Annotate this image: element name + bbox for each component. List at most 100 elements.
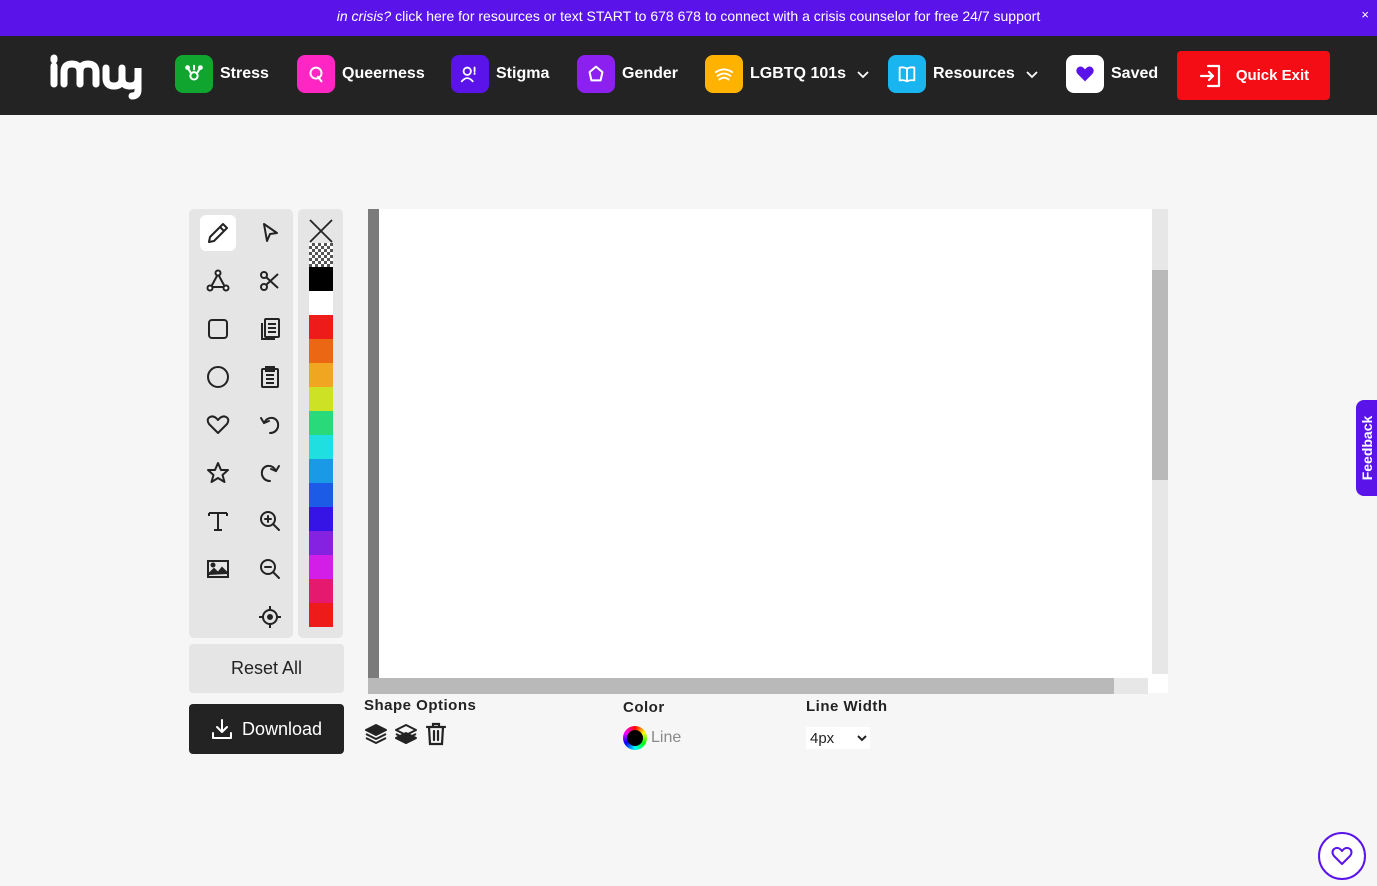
nav-item-label: LGBTQ 101s [750,65,847,82]
download-button[interactable]: Download [189,704,344,754]
pencil-tool[interactable] [200,215,236,251]
download-icon [211,719,232,739]
quick-exit-label: Quick Exit [1235,67,1310,84]
shape-options-label: Shape Options [364,697,477,714]
vertical-scrollbar-thumb[interactable] [1152,270,1168,480]
line-width-select[interactable]: 4px [806,727,870,749]
nav-item-stigma[interactable]: Stigma [451,55,549,93]
nav-item-gender[interactable]: Gender [577,55,678,93]
ellipse-tool[interactable] [200,359,236,395]
line-color-picker[interactable]: Line [623,726,681,750]
close-icon [309,219,333,243]
copy-icon [261,318,280,340]
nav-item-queerness[interactable]: Queerness [297,55,425,93]
color-palette [298,209,343,638]
text-icon [208,512,228,531]
pointer-tool[interactable] [252,215,288,251]
color-swatch[interactable] [309,531,333,555]
scissors-icon [260,271,279,291]
rainbow-icon [705,55,743,93]
swatch-none[interactable] [309,219,333,243]
redo-button[interactable] [252,455,288,491]
crosshair-icon [259,606,281,628]
nav-item-lgbtq-101s[interactable]: LGBTQ 101s [705,55,870,93]
color-swatch[interactable] [309,459,333,483]
nav-item-label: Queerness [342,65,425,82]
zoom-out-button[interactable] [252,551,288,587]
trash-icon[interactable] [423,721,449,747]
color-swatch[interactable] [309,339,333,363]
color-label: Color [623,699,665,716]
color-swatch[interactable] [309,363,333,387]
nav-item-saved[interactable]: Saved [1066,55,1158,93]
download-label: Download [241,718,323,739]
exit-icon [1199,64,1220,87]
zoom-in-button[interactable] [252,503,288,539]
color-swatch[interactable] [309,483,333,507]
star-tool[interactable] [200,455,236,491]
people-icon [451,55,489,93]
undo-icon [260,416,280,434]
heart-shape-tool[interactable] [200,407,236,443]
paste-icon [261,366,279,388]
zoom-in-icon [260,511,280,531]
zoom-out-icon [260,559,280,579]
star-icon [207,462,229,483]
logo[interactable] [46,50,146,100]
send-backward-icon[interactable] [393,721,419,747]
chevron-down-icon[interactable] [856,67,870,81]
canvas-edge [368,209,379,679]
nav-item-resources[interactable]: Resources [888,55,1039,93]
nav-item-label: Gender [622,65,679,82]
pointer-icon [263,223,278,242]
color-wheel-icon [623,726,647,750]
color-swatch[interactable] [309,411,333,435]
pencil-icon [208,223,228,243]
rectangle-tool[interactable] [200,311,236,347]
crisis-banner-lead[interactable]: in crisis? [337,8,391,24]
cut-tool[interactable] [252,263,288,299]
feedback-tab[interactable]: Feedback [1356,400,1377,496]
color-swatch[interactable] [309,291,333,315]
nav-item-label: Stress [220,65,269,82]
color-swatch[interactable] [309,507,333,531]
text-tool[interactable] [200,503,236,539]
nav-item-label: Resources [933,65,1015,82]
bring-forward-icon[interactable] [363,721,389,747]
nav-item-stress[interactable]: Stress [175,55,269,93]
copy-tool[interactable] [252,311,288,347]
line-color-label: Line [651,729,682,746]
reset-all-button[interactable]: Reset All [189,644,344,693]
color-swatch[interactable] [309,267,333,291]
color-swatch[interactable] [309,555,333,579]
square-icon [208,319,228,339]
horizontal-scrollbar-thumb[interactable] [368,678,1114,694]
color-swatch[interactable] [309,603,333,627]
crisis-banner[interactable]: in crisis? click here for resources or t… [0,0,1377,36]
paste-tool[interactable] [252,359,288,395]
book-icon [888,55,926,93]
drawing-canvas[interactable] [368,209,1168,694]
close-icon[interactable]: × [1361,0,1369,30]
crisis-banner-text[interactable]: click here for resources or text START t… [391,8,1040,24]
swatch-transparent[interactable] [309,243,333,267]
vector-tool[interactable] [200,263,236,299]
brain-icon [175,55,213,93]
color-swatch[interactable] [309,315,333,339]
chevron-down-icon[interactable] [1025,67,1039,81]
image-tool[interactable] [200,551,236,587]
heart-icon [1331,846,1353,865]
undo-button[interactable] [252,407,288,443]
color-swatch[interactable] [309,387,333,411]
tool-panel [189,209,293,638]
color-swatch[interactable] [309,435,333,459]
top-nav: Stress Queerness Stigma Gender LGBTQ 101… [0,36,1377,115]
line-width-label: Line Width [806,698,888,715]
color-swatch[interactable] [309,579,333,603]
recenter-button[interactable] [252,599,288,635]
shape-options [363,721,449,747]
quick-exit-button[interactable]: Quick Exit [1177,51,1330,100]
q-icon [297,55,335,93]
heart-icon [1066,55,1104,93]
favorite-button[interactable] [1318,832,1366,880]
